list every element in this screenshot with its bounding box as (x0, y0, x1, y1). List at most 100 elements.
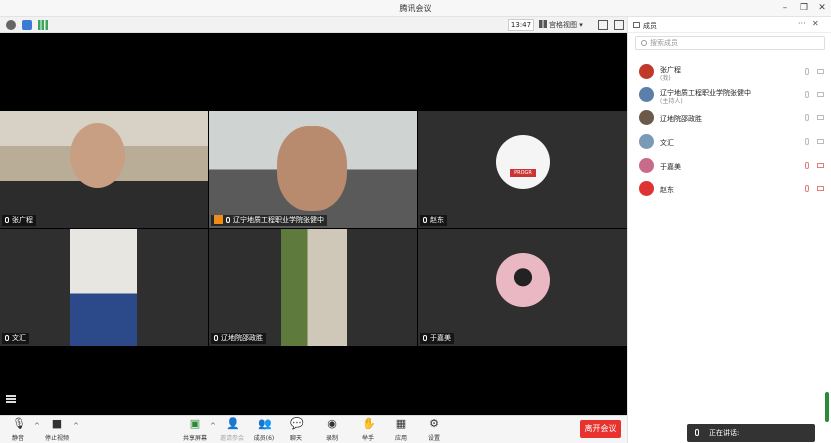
mic-icon[interactable] (805, 91, 809, 98)
apps-icon: ▦ (395, 417, 407, 430)
member-row[interactable]: 辽宁地质工程职业学院张健中 (主持人) (628, 84, 831, 106)
mic-icon (214, 335, 218, 341)
participant-video (281, 229, 347, 346)
member-row[interactable]: 张广程 (我) (628, 61, 831, 83)
video-tile[interactable]: 辽地院邵政胜 (209, 229, 417, 346)
member-search-input[interactable]: 搜索成员 (635, 36, 825, 50)
tile-name-label: 辽宁地质工程职业学院张健中 (211, 215, 327, 226)
stop-video-button[interactable]: ■ 停止视频 (42, 418, 72, 443)
sidebar-toggle-icon[interactable] (614, 20, 624, 30)
participant-video (70, 229, 137, 346)
member-row[interactable]: 辽地院邵政胜 (628, 107, 831, 129)
video-tile[interactable]: PROGR 赵东 (418, 111, 627, 228)
avatar (639, 134, 654, 149)
member-row[interactable]: 于嘉美 (628, 155, 831, 177)
panel-title: 成员 (643, 22, 657, 30)
participant-face (277, 126, 347, 211)
video-grid: 张广程 辽宁地质工程职业学院张健中 PROGR 赵东 文汇 辽地院邵政胜 于嘉美 (0, 33, 627, 415)
maximize-icon[interactable]: ❐ (797, 2, 811, 14)
mic-icon (5, 217, 9, 223)
panel-header: 成员 ··· ✕ (628, 17, 831, 33)
panel-scrollbar[interactable] (825, 392, 829, 422)
record-button[interactable]: ◉ 录制 (317, 418, 347, 443)
record-icon: ◉ (327, 417, 337, 430)
mute-options-chevron[interactable]: ^ (34, 422, 40, 430)
tile-name-label: 于嘉美 (420, 333, 454, 344)
mute-button[interactable]: 🎙 静音 (3, 418, 33, 443)
microphone-icon (695, 429, 699, 436)
participant-avatar: PROGR (496, 135, 550, 189)
avatar (639, 87, 654, 102)
close-icon[interactable]: ✕ (815, 2, 829, 14)
share-screen-button[interactable]: ▣ 共享屏幕 (180, 418, 210, 443)
share-screen-icon: ▣ (189, 417, 201, 430)
camera-off-icon[interactable] (817, 163, 824, 168)
share-options-chevron[interactable]: ^ (210, 422, 216, 430)
mic-muted-icon[interactable] (805, 185, 809, 192)
meeting-toolbar: 13:47 宫格视图 ▾ (0, 17, 627, 33)
participant-face (70, 123, 125, 188)
camera-icon[interactable] (817, 92, 824, 97)
microphone-icon: 🎙 (12, 417, 26, 430)
avatar (639, 110, 654, 125)
apps-button[interactable]: ▦ 应用 (386, 418, 416, 443)
info-icon[interactable] (6, 20, 16, 30)
search-icon (641, 40, 647, 46)
view-switch-button[interactable]: 宫格视图 ▾ (539, 19, 591, 31)
chat-button[interactable]: 💬 聊天 (281, 418, 311, 443)
camera-icon: ■ (51, 417, 63, 430)
gear-icon: ⚙ (429, 417, 439, 430)
window-title: 腾讯会议 (399, 4, 432, 13)
video-options-chevron[interactable]: ^ (73, 422, 79, 430)
video-tile[interactable]: 辽宁地质工程职业学院张健中 (209, 111, 417, 228)
participants-panel: 成员 ··· ✕ 搜索成员 张广程 (我) 辽宁地质工程职业学院张健中 (主持人… (627, 17, 831, 443)
mic-icon (423, 217, 427, 223)
camera-icon[interactable] (817, 139, 824, 144)
title-bar: 腾讯会议 – ❐ ✕ (0, 0, 831, 17)
meeting-window: 腾讯会议 – ❐ ✕ 13:47 宫格视图 ▾ 张广程 辽宁地质工程职业学院张健… (0, 0, 831, 443)
signal-icon[interactable] (38, 20, 48, 30)
participant-avatar (496, 253, 550, 307)
members-icon: 👥 (258, 417, 272, 430)
minimize-icon[interactable]: – (778, 2, 792, 14)
tile-name-label: 张广程 (2, 215, 36, 226)
invite-button[interactable]: 👤 邀请参会 (217, 418, 247, 443)
host-icon (214, 215, 223, 224)
grid-icon (539, 20, 547, 28)
mic-icon[interactable] (805, 138, 809, 145)
members-icon (633, 22, 640, 28)
more-options-icon[interactable]: ··· (798, 19, 806, 28)
mic-icon (423, 335, 427, 341)
video-tile[interactable]: 文汇 (0, 229, 208, 346)
avatar (639, 181, 654, 196)
video-tile[interactable]: 张广程 (0, 111, 208, 228)
talking-indicator: 正在讲话: (687, 424, 815, 442)
mic-icon (5, 335, 9, 341)
tile-name-label: 文汇 (2, 333, 29, 344)
camera-icon[interactable] (817, 115, 824, 120)
raise-hand-button[interactable]: ✋ 举手 (353, 418, 383, 443)
tile-name-label: 辽地院邵政胜 (211, 333, 266, 344)
members-button[interactable]: 👥 成员(6) (249, 418, 279, 443)
meeting-timer: 13:47 (508, 19, 534, 31)
member-row[interactable]: 文汇 (628, 131, 831, 153)
fullscreen-icon[interactable] (598, 20, 608, 30)
leave-meeting-button[interactable]: 离开会议 (580, 420, 621, 438)
shield-icon[interactable] (22, 20, 32, 30)
mic-icon[interactable] (805, 68, 809, 75)
mic-muted-icon[interactable] (805, 162, 809, 169)
mic-icon[interactable] (805, 114, 809, 121)
camera-off-icon[interactable] (817, 186, 824, 191)
avatar (639, 64, 654, 79)
member-row[interactable]: 赵东 (628, 178, 831, 200)
tile-name-label: 赵东 (420, 215, 447, 226)
chat-icon: 💬 (290, 417, 304, 430)
control-bar: 🎙 静音 ^ ■ 停止视频 ^ ▣ 共享屏幕 ^ 👤 邀请参会 👥 成员(6) 💬 聊天 ◉… (0, 415, 627, 443)
layout-menu-icon[interactable] (6, 395, 16, 403)
mic-icon (226, 217, 230, 223)
close-panel-icon[interactable]: ✕ (812, 19, 819, 28)
camera-icon[interactable] (817, 69, 824, 74)
settings-button[interactable]: ⚙ 设置 (419, 418, 449, 443)
hand-icon: ✋ (362, 417, 376, 430)
video-tile[interactable]: 于嘉美 (418, 229, 627, 346)
